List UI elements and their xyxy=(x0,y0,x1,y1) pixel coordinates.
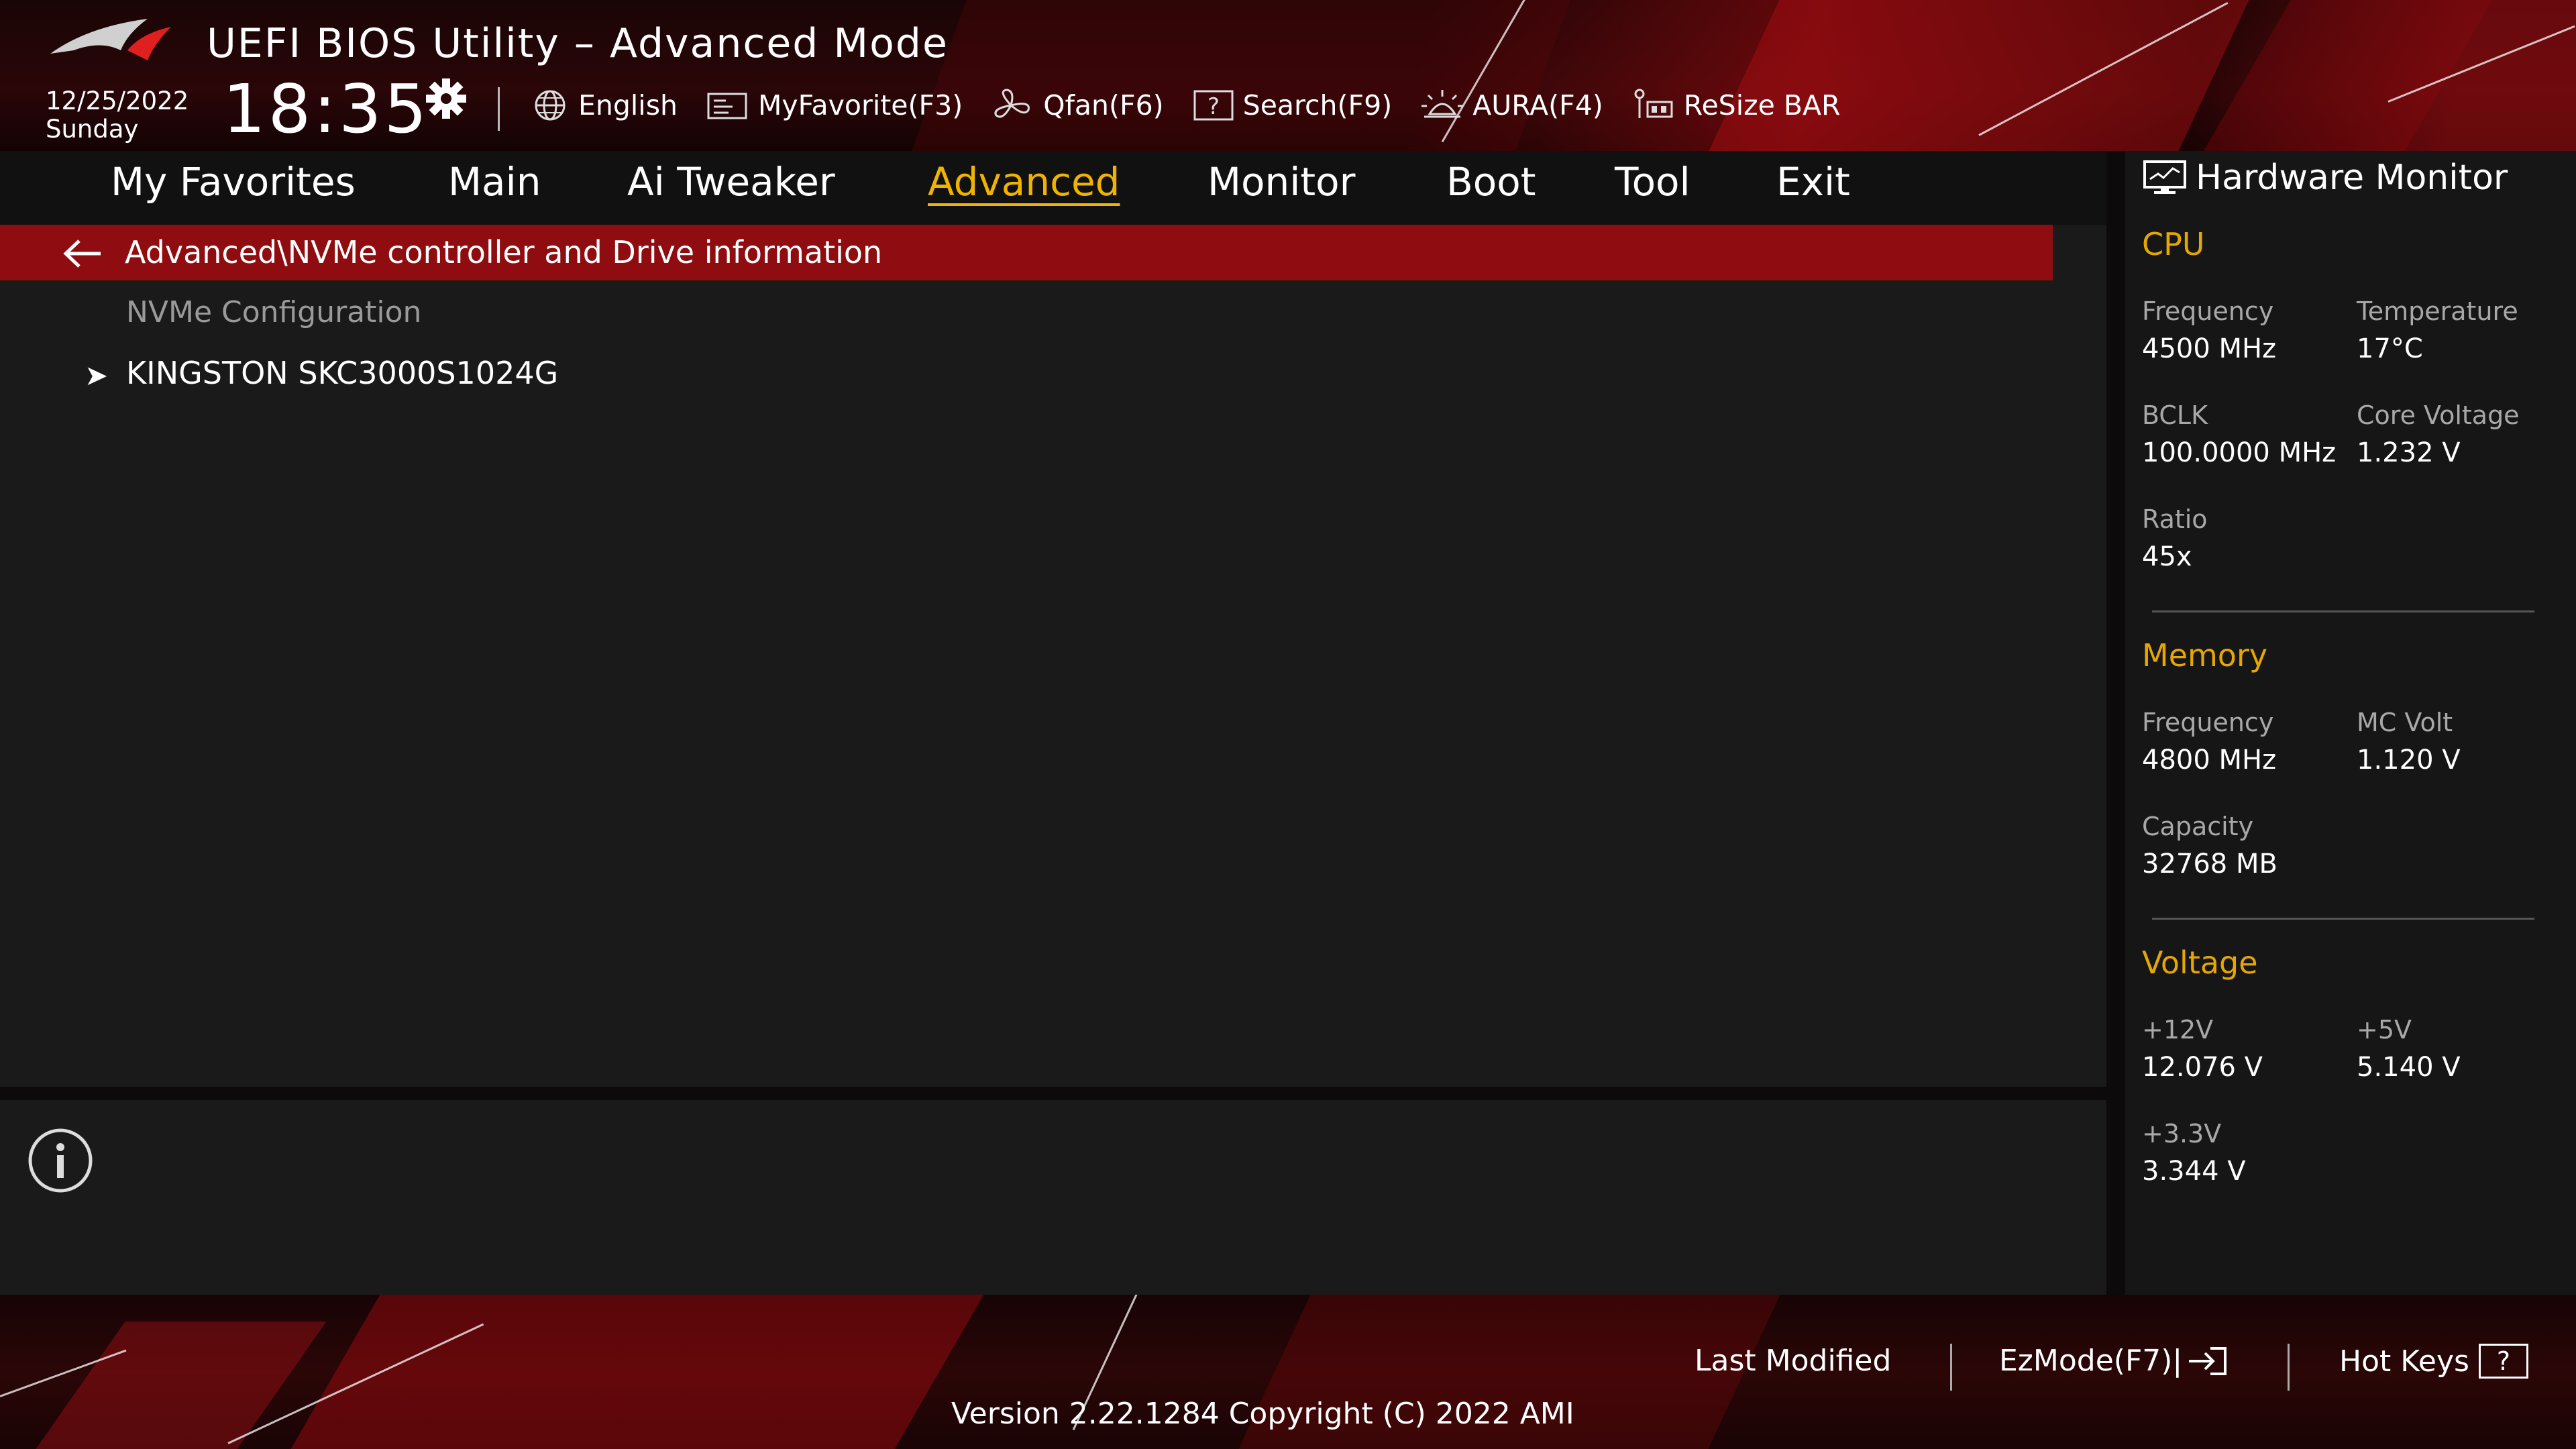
memory-section-title: Memory xyxy=(2142,637,2268,674)
resize-bar-button[interactable]: ReSize BAR xyxy=(1631,87,1841,123)
cpu-frequency-value: 4500 MHz xyxy=(2142,333,2277,364)
search-help-icon: ? xyxy=(1193,90,1234,121)
menu-item-label: KINGSTON SKC3000S1024G xyxy=(126,355,559,391)
ratio-label: Ratio xyxy=(2142,504,2208,534)
app-title: UEFI BIOS Utility – Advanced Mode xyxy=(207,20,949,67)
monitor-icon xyxy=(2143,160,2186,194)
tab-exit[interactable]: Exit xyxy=(1776,159,1850,205)
breadcrumb: Advanced\NVMe controller and Drive infor… xyxy=(125,234,883,270)
fan-icon xyxy=(994,89,1030,118)
rog-logo-icon xyxy=(50,19,171,60)
ezmode-label: EzMode(F7)| xyxy=(1999,1344,2183,1378)
tab-main[interactable]: Main xyxy=(448,159,541,205)
exit-arrow-icon xyxy=(2189,1346,2227,1375)
tab-my-favorites[interactable]: My Favorites xyxy=(111,159,356,205)
search-button[interactable]: ? Search(F9) xyxy=(1192,89,1392,122)
breadcrumb-bar: Advanced\NVMe controller and Drive infor… xyxy=(0,225,2053,280)
bclk-label: BCLK xyxy=(2142,400,2208,430)
qfan-button[interactable]: Qfan(F6) xyxy=(991,87,1164,123)
voltage-section-title: Voltage xyxy=(2142,945,2258,981)
hot-keys-button[interactable]: Hot Keys ? xyxy=(2339,1344,2528,1379)
back-arrow-icon[interactable] xyxy=(59,237,106,270)
tab-advanced[interactable]: Advanced xyxy=(928,159,1120,205)
ratio-value: 45x xyxy=(2142,541,2192,572)
weekday-text: Sunday xyxy=(46,115,139,144)
date-text: 12/25/2022 xyxy=(46,87,189,115)
capacity-value: 32768 MB xyxy=(2142,849,2277,879)
cpu-temperature-value: 17°C xyxy=(2357,333,2423,364)
favorite-icon xyxy=(707,93,747,119)
mc-volt-label: MC Volt xyxy=(2357,708,2453,737)
main-panel: Advanced\NVMe controller and Drive infor… xyxy=(0,225,2106,1087)
cpu-temperature-label: Temperature xyxy=(2357,297,2518,326)
hardware-monitor-panel: Hardware Monitor CPU Frequency Temperatu… xyxy=(2125,151,2576,1295)
v5-label: +5V xyxy=(2357,1015,2412,1044)
header-divider xyxy=(498,87,500,131)
bclk-value: 100.0000 MHz xyxy=(2142,437,2337,468)
help-key-icon: ? xyxy=(2478,1344,2528,1379)
cpu-frequency-label: Frequency xyxy=(2142,297,2274,326)
gear-icon[interactable] xyxy=(423,75,470,122)
last-modified-button[interactable]: Last Modified xyxy=(1695,1344,1891,1378)
date-display: 12/25/2022 Sunday xyxy=(46,87,189,144)
capacity-label: Capacity xyxy=(2142,812,2254,841)
tab-tool[interactable]: Tool xyxy=(1615,159,1690,205)
resize-bar-icon xyxy=(1634,89,1673,118)
clock: 18:35 xyxy=(223,70,430,148)
mc-volt-value: 1.120 V xyxy=(2357,745,2461,775)
chevron-right-icon: ➤ xyxy=(85,359,109,392)
nvme-configuration-label: NVMe Configuration xyxy=(126,295,422,329)
tab-ai-tweaker[interactable]: Ai Tweaker xyxy=(627,159,835,205)
hardware-monitor-title: Hardware Monitor xyxy=(2142,158,2508,198)
core-voltage-value: 1.232 V xyxy=(2357,437,2461,468)
main-tab-bar: My Favorites Main Ai Tweaker Advanced Mo… xyxy=(0,151,2106,225)
memory-frequency-label: Frequency xyxy=(2142,708,2274,737)
aura-button[interactable]: AURA(F4) xyxy=(1420,87,1603,123)
tab-boot[interactable]: Boot xyxy=(1446,159,1536,205)
help-panel xyxy=(0,1100,2106,1295)
hot-keys-label: Hot Keys xyxy=(2339,1344,2469,1379)
core-voltage-label: Core Voltage xyxy=(2357,400,2520,430)
svg-text:?: ? xyxy=(1208,93,1220,120)
memory-frequency-value: 4800 MHz xyxy=(2142,745,2277,775)
ezmode-button[interactable]: EzMode(F7)| xyxy=(1999,1344,2229,1378)
menu-item-kingston-drive[interactable]: ➤ KINGSTON SKC3000S1024G xyxy=(0,352,2053,406)
globe-icon xyxy=(535,90,566,121)
version-text: Version 2.22.1284 Copyright (C) 2022 AMI xyxy=(951,1397,1574,1431)
aura-icon xyxy=(1421,90,1464,118)
myfavorite-button[interactable]: MyFavorite(F3) xyxy=(706,89,963,122)
v12-label: +12V xyxy=(2142,1015,2214,1044)
section-divider xyxy=(2152,918,2534,920)
v12-value: 12.076 V xyxy=(2142,1052,2263,1083)
footer-divider xyxy=(2288,1344,2290,1391)
tab-monitor[interactable]: Monitor xyxy=(1208,159,1355,205)
v5-value: 5.140 V xyxy=(2357,1052,2461,1083)
toolbar: English MyFavorite(F3) Qfan(F6) ? Search… xyxy=(530,85,1869,125)
section-divider xyxy=(2152,610,2534,612)
v33-value: 3.344 V xyxy=(2142,1156,2246,1187)
v33-label: +3.3V xyxy=(2142,1119,2222,1148)
info-icon xyxy=(28,1128,93,1193)
language-button[interactable]: English xyxy=(530,89,678,122)
footer-divider xyxy=(1950,1344,1952,1391)
cpu-section-title: CPU xyxy=(2142,226,2205,262)
